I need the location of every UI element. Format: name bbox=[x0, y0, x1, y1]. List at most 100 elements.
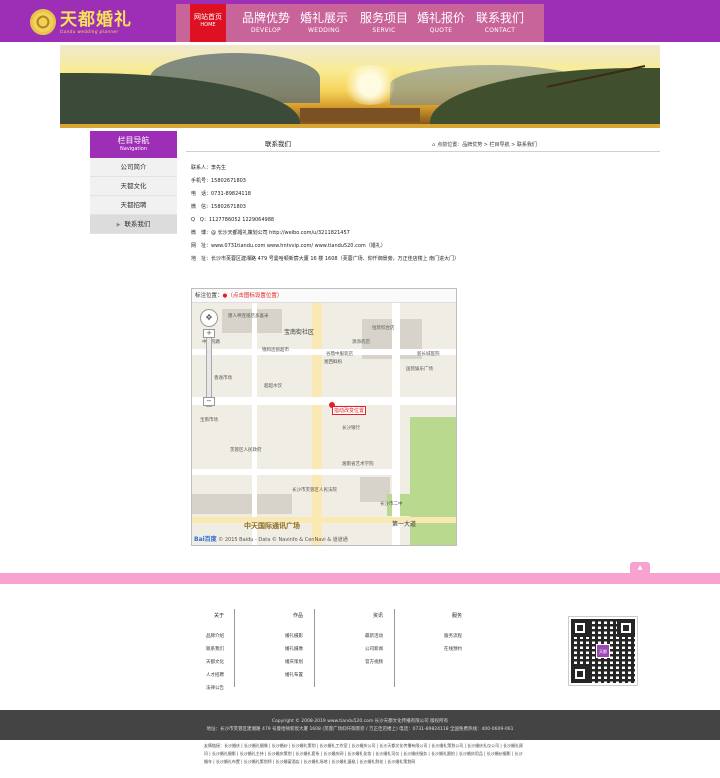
sidebar-item-label: 联系我们 bbox=[124, 220, 151, 228]
map-poi[interactable]: 第一大道 bbox=[392, 519, 416, 528]
nav-item-develop[interactable]: 品牌优势 DEVELOP bbox=[238, 10, 294, 36]
footer-divider bbox=[394, 609, 395, 687]
map-poi[interactable]: 源添药店 bbox=[352, 339, 370, 345]
map-poi[interactable]: 谷鼎中服装店 bbox=[326, 351, 353, 357]
map-pan-control[interactable]: ✥ bbox=[200, 309, 218, 327]
map-header-label: 标注位置： bbox=[195, 293, 223, 299]
footer-link[interactable]: 最新活动 bbox=[365, 630, 383, 643]
footer-link[interactable]: 人才招聘 bbox=[206, 669, 224, 682]
sidebar-item-contact[interactable]: ▶ 联系我们 bbox=[90, 215, 177, 234]
qr-pattern: 天都 bbox=[571, 619, 635, 683]
map-toolbar: 标注位置：●（点击图标设置位置） bbox=[192, 289, 456, 303]
nav-item-sub: DEVELOP bbox=[251, 27, 281, 34]
map-poi[interactable]: 长沙市芙蓉区人民法院 bbox=[292, 487, 337, 493]
footer-link[interactable]: 官方视频 bbox=[365, 656, 383, 669]
qr-logo-icon: 天都 bbox=[596, 644, 610, 658]
map-poi[interactable]: 宝南街社区 bbox=[284, 327, 314, 336]
breadcrumb: ⌂ 点前位置：品牌优势 > 栏目导航 > 联系我们 bbox=[432, 141, 537, 148]
map-road bbox=[312, 303, 322, 545]
map-poi[interactable]: 新长城医院 bbox=[417, 351, 440, 357]
back-to-top-button[interactable]: ▲ bbox=[630, 562, 650, 573]
map-poi[interactable]: 锦和连锁超市 bbox=[262, 347, 289, 353]
nav-item-quote[interactable]: 婚礼报价 QUOTE bbox=[413, 10, 469, 36]
sidebar-item-company[interactable]: 公司简介 bbox=[90, 158, 177, 177]
map-poi[interactable]: 中天国际通讯广场 bbox=[244, 521, 300, 531]
hero-banner bbox=[60, 45, 660, 128]
footer-col-news: 资讯 最新活动 公司新闻 官方视频 bbox=[365, 612, 383, 669]
site-header: 天都婚礼 tiandu wedding planner 网站首页 HOME 品牌… bbox=[0, 0, 720, 42]
map-block bbox=[192, 494, 292, 514]
contact-weibo[interactable]: 微 博：@ 长沙天都婚礼策划公司 http://weibo.com/u/3211… bbox=[191, 227, 651, 240]
map-poi[interactable]: 唐人神连锁店多喜米 bbox=[228, 313, 269, 319]
nav-item-service[interactable]: 服务项目 SERVIC bbox=[356, 10, 412, 36]
map-marker[interactable]: 指动改变位置 bbox=[329, 402, 367, 415]
sidebar-item-culture[interactable]: 天都文化 bbox=[90, 177, 177, 196]
map-poi[interactable]: 芙蓉区人民政府 bbox=[230, 447, 262, 453]
nav-item-label: 婚礼展示 bbox=[299, 11, 348, 25]
map-poi[interactable]: 湘西鲜粉 bbox=[324, 359, 342, 365]
copyright-bar: Copyright © 2008-2019 www.tiandu520.com … bbox=[0, 710, 720, 740]
nav-home[interactable]: 网站首页 HOME bbox=[190, 4, 226, 42]
arrow-right-icon: ▶ bbox=[116, 222, 121, 228]
contact-website[interactable]: 网 址：www.0731tiandu.com www.hntvvip.com/ … bbox=[191, 240, 651, 253]
footer-link[interactable]: 天都文化 bbox=[206, 656, 224, 669]
map-poi[interactable]: 恒欣综合店 bbox=[372, 325, 395, 331]
footer-link[interactable]: 服务流程 bbox=[444, 630, 462, 643]
brand-logo[interactable]: 天都婚礼 tiandu wedding planner bbox=[30, 8, 132, 36]
footer-col-about: 关于 品牌介绍 联系我们 天都文化 人才招聘 法律公告 bbox=[206, 612, 224, 695]
contact-phone: 电 话：0731-89824118 bbox=[191, 191, 251, 197]
wechat-qr-code: 天都 bbox=[568, 616, 638, 686]
map-poi[interactable]: 长沙银行 bbox=[342, 425, 360, 431]
location-map[interactable]: 标注位置：●（点击图标设置位置） 唐人神连锁店多喜米 宝南街社区 锦和连锁超市 … bbox=[191, 288, 457, 546]
contact-qq: Q Q：1127786052 1229064988 bbox=[191, 217, 275, 223]
map-poi[interactable]: 湘南省艺术学院 bbox=[342, 461, 374, 467]
map-poi[interactable]: 超超水饮 bbox=[264, 383, 282, 389]
footer-col-heading: 关于 bbox=[213, 613, 224, 619]
map-header-hint[interactable]: （点击图标设置位置） bbox=[227, 293, 282, 299]
footer-col-heading: 资讯 bbox=[372, 613, 383, 619]
footer-link[interactable]: 法律公告 bbox=[206, 682, 224, 695]
footer-link[interactable]: 公司新闻 bbox=[365, 643, 383, 656]
qr-eye bbox=[571, 665, 589, 683]
map-zoom-in-button[interactable]: + bbox=[203, 329, 215, 338]
map-zoom-out-button[interactable]: − bbox=[203, 397, 215, 406]
contact-wechat: 微 信：15802671803 bbox=[191, 204, 246, 210]
footer-col-heading: 作品 bbox=[292, 613, 303, 619]
breadcrumb-text[interactable]: 点前位置：品牌优势 > 栏目导航 > 联系我们 bbox=[437, 142, 537, 148]
map-poi[interactable]: 国贸娱乐广场 bbox=[406, 366, 433, 372]
footer-link[interactable]: 婚礼摄影 bbox=[285, 630, 303, 643]
footer-link[interactable]: 婚庆策划 bbox=[285, 656, 303, 669]
brand-name: 天都婚礼 bbox=[60, 9, 132, 30]
banner-floor bbox=[60, 124, 660, 128]
nav-item-contact[interactable]: 联系我们 CONTACT bbox=[472, 10, 528, 36]
map-poi[interactable]: 香逸市场 bbox=[214, 375, 232, 381]
footer-link[interactable]: 婚礼摄像 bbox=[285, 643, 303, 656]
baidu-logo[interactable]: Bai百度 bbox=[194, 536, 217, 543]
footer-link[interactable]: 在线预约 bbox=[444, 643, 462, 656]
nav-item-wedding[interactable]: 婚礼展示 WEDDING bbox=[296, 10, 352, 36]
footer-address: 地址：长沙市芙蓉区建湘路 479 号曼哈顿新宸大厦 1608 (芙蓉广场仰仟御景… bbox=[206, 727, 514, 732]
map-poi[interactable]: 长沙市二中 bbox=[380, 501, 403, 507]
main-nav: 网站首页 HOME 品牌优势 DEVELOP 婚礼展示 WEDDING 服务项目… bbox=[176, 4, 544, 42]
home-icon: ⌂ bbox=[432, 142, 436, 148]
sidebar-item-jobs[interactable]: 天都招聘 bbox=[90, 196, 177, 215]
footer-link[interactable]: 品牌介绍 bbox=[206, 630, 224, 643]
nav-item-label: 服务项目 bbox=[359, 11, 408, 25]
footer-link[interactable]: 婚礼布置 bbox=[285, 669, 303, 682]
map-road bbox=[192, 469, 392, 475]
nav-item-sub: QUOTE bbox=[429, 27, 453, 34]
banner-sun bbox=[340, 65, 400, 105]
footer-col-service: 服务 服务流程 在线预约 bbox=[444, 612, 462, 656]
sidebar-title: 栏目导航 bbox=[117, 136, 150, 145]
nav-item-sub: CONTACT bbox=[484, 27, 516, 34]
map-attribution: Bai百度 © 2015 Baidu - Data © Navinfo & Ce… bbox=[194, 534, 348, 543]
footer-band bbox=[0, 573, 720, 584]
map-zoom-slider[interactable] bbox=[206, 331, 212, 407]
footer-link[interactable]: 联系我们 bbox=[206, 643, 224, 656]
friend-links[interactable]: 友情链接：长沙婚庆 | 长沙婚礼摄像 | 长沙婚纱 | 长沙婚礼策划 | 长沙婚… bbox=[204, 742, 524, 766]
footer-col-heading: 服务 bbox=[451, 613, 462, 619]
map-poi[interactable]: 宝南市场 bbox=[200, 417, 218, 423]
nav-item-label: 婚礼报价 bbox=[416, 11, 465, 25]
map-road bbox=[192, 397, 456, 405]
sidebar-header: 栏目导航 Navigation bbox=[90, 131, 177, 158]
